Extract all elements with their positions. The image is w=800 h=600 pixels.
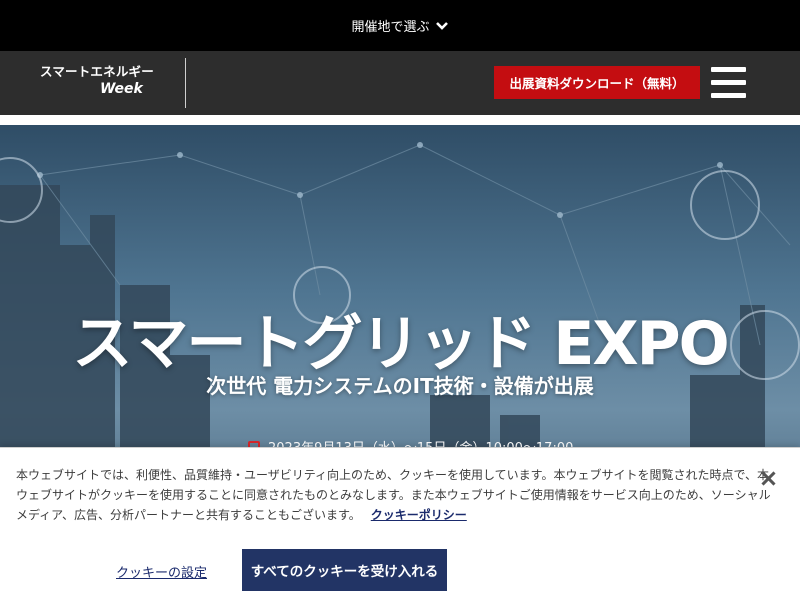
header-separator bbox=[0, 115, 800, 125]
cookie-policy-link[interactable]: クッキーポリシー bbox=[371, 508, 467, 522]
hero-title: スマートグリッド EXPO bbox=[72, 309, 729, 379]
cookie-consent-banner: 本ウェブサイトでは、利便性、品質維持・ユーザビリティ向上のため、クッキーを使用し… bbox=[0, 447, 800, 600]
hero-subtitle: 次世代 電力システムのIT技術・設備が出展 bbox=[206, 374, 594, 398]
page: 開催地で選ぶ スマートエネルギー Week 出展資料ダウンロード（無料） スマー… bbox=[0, 0, 800, 600]
cookie-settings-link[interactable]: クッキーの設定 bbox=[116, 562, 207, 581]
close-icon[interactable] bbox=[758, 469, 778, 489]
logo-line1: スマートエネルギー bbox=[40, 64, 154, 79]
header-divider bbox=[185, 58, 186, 108]
smart-energy-week-logo[interactable]: スマートエネルギー Week bbox=[40, 64, 154, 97]
download-materials-button[interactable]: 出展資料ダウンロード（無料） bbox=[494, 66, 700, 99]
venue-selector[interactable]: 開催地で選ぶ bbox=[0, 0, 800, 51]
logo-line2: Week bbox=[100, 80, 143, 97]
site-header: スマートエネルギー Week 出展資料ダウンロード（無料） bbox=[0, 51, 800, 115]
cookie-notice-text: 本ウェブサイトでは、利便性、品質維持・ユーザビリティ向上のため、クッキーを使用し… bbox=[16, 465, 776, 525]
chevron-down-icon bbox=[435, 21, 448, 30]
accept-all-cookies-button[interactable]: すべてのクッキーを受け入れる bbox=[242, 549, 447, 591]
hamburger-menu-icon[interactable] bbox=[711, 67, 746, 98]
venue-selector-label: 開催地で選ぶ bbox=[351, 20, 430, 35]
